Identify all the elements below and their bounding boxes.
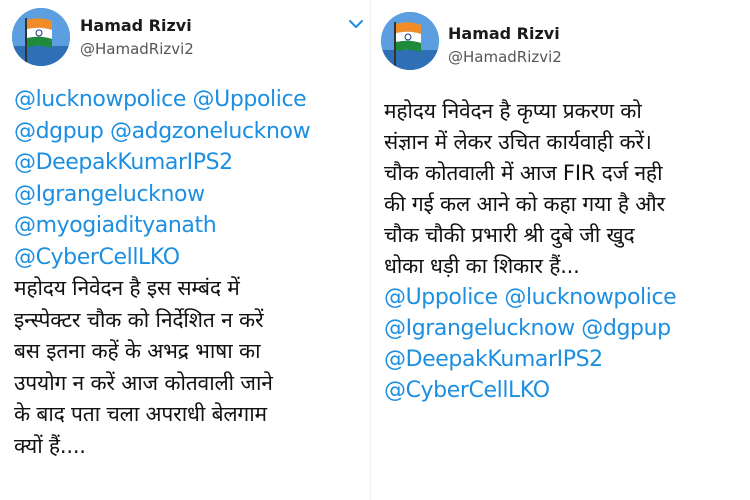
mention-line[interactable]: @Igrangelucknow @dgpup bbox=[384, 313, 676, 344]
author-handle[interactable]: @HamadRizvi2 bbox=[448, 48, 562, 66]
tweet-text-line: की गई कल आने को कहा गया है और bbox=[384, 192, 665, 216]
author-name[interactable]: Hamad Rizvi bbox=[80, 16, 192, 35]
tweet-text-line: उपयोग न करें आज कोतवाली जाने bbox=[14, 370, 273, 395]
tweet-text-line: बस इतना कहें के अभद्र भाषा का bbox=[14, 339, 261, 363]
tweet-text-line: क्यों हैं.... bbox=[14, 433, 86, 458]
indian-flag-avatar-icon[interactable] bbox=[12, 8, 70, 66]
mention-line[interactable]: @Igrangelucknow bbox=[14, 179, 310, 211]
indian-flag-avatar-icon[interactable] bbox=[381, 12, 439, 70]
author-name[interactable]: Hamad Rizvi bbox=[448, 24, 560, 43]
mention-line[interactable]: @CyberCellLKO bbox=[384, 375, 676, 406]
author-handle[interactable]: @HamadRizvi2 bbox=[80, 40, 194, 58]
tweet-text-line: के बाद पता चला अपराधी बेलगाम bbox=[14, 402, 267, 426]
tweet-text-line: चौक चौकी प्रभारी श्री दुबे जी खुद bbox=[384, 223, 635, 247]
mention-line[interactable]: @CyberCellLKO bbox=[14, 242, 310, 274]
tweet-card-left: Hamad Rizvi @HamadRizvi2 @lucknowpolice … bbox=[0, 0, 371, 500]
tweet-text-line: संज्ञान में लेकर उचित कार्यवाही करें। bbox=[384, 130, 652, 154]
mention-line[interactable]: @Uppolice @lucknowpolice bbox=[384, 282, 677, 313]
tweet-body: महोदय निवेदन है कृप्या प्रकरण को संज्ञान… bbox=[384, 96, 677, 406]
tweet-screenshots: Hamad Rizvi @HamadRizvi2 @lucknowpolice … bbox=[0, 0, 750, 500]
tweet-text-line: धोका धड़ी का शिकार हैं... bbox=[384, 254, 580, 278]
mention-line[interactable]: @DeepakKumarIPS2 bbox=[384, 344, 676, 375]
tweet-text-line: महोदय निवेदन है कृप्या प्रकरण को bbox=[384, 99, 642, 123]
tweet-body: @lucknowpolice @Uppolice @dgpup @adgzone… bbox=[14, 84, 311, 462]
mention-line[interactable]: @dgpup @adgzonelucknow bbox=[14, 116, 311, 148]
chevron-down-icon[interactable] bbox=[348, 18, 364, 30]
mention-line[interactable]: @lucknowpolice @Uppolice bbox=[14, 84, 310, 116]
tweet-card-right: Hamad Rizvi @HamadRizvi2 महोदय निवेदन है… bbox=[371, 0, 750, 500]
mention-line[interactable]: @DeepakKumarIPS2 bbox=[14, 147, 310, 179]
tweet-text-line: महोदय निवेदन है इस सम्बंद में bbox=[14, 276, 240, 300]
tweet-text-line: इन्स्पेक्टर चौक को निर्देशित न करें bbox=[14, 307, 264, 332]
tweet-text-line: चौक कोतवाली में आज FIR दर्ज नही bbox=[384, 161, 663, 185]
mention-line[interactable]: @myogiadityanath bbox=[14, 210, 310, 242]
